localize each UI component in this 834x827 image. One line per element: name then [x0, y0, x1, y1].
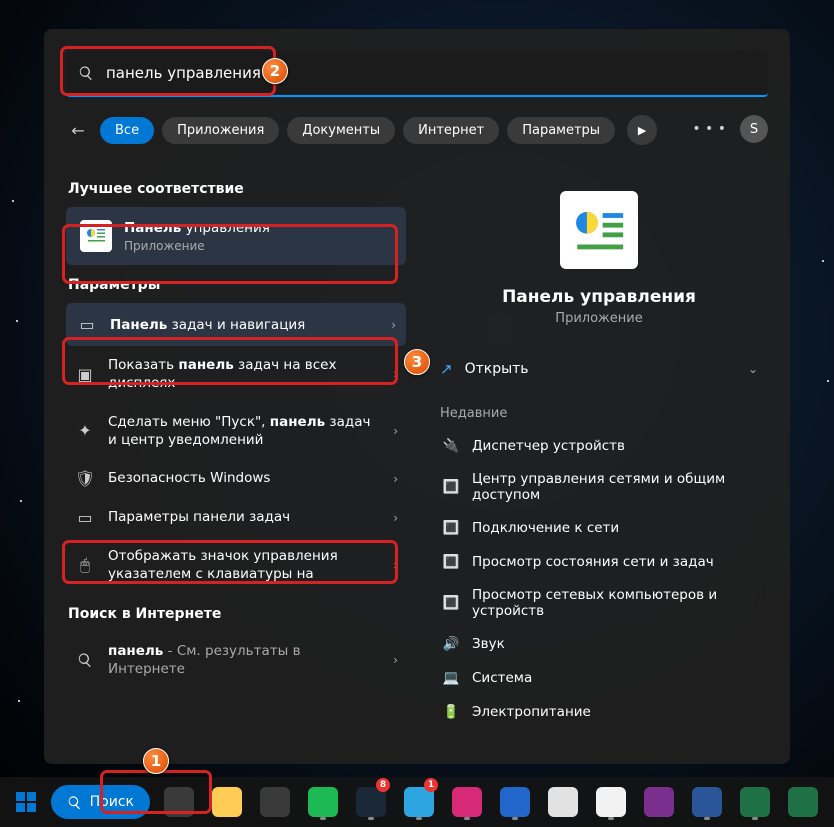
recent-item[interactable]: 🔋 Электропитание	[436, 695, 762, 729]
tab-all[interactable]: Все	[100, 117, 154, 144]
displays-icon: ▣	[74, 365, 96, 384]
taskbar: Поиск 8 1	[0, 777, 834, 827]
taskbar-app-excel2[interactable]	[782, 781, 824, 823]
control-panel-large-icon	[560, 191, 638, 269]
tab-docs[interactable]: Документы	[287, 117, 395, 144]
more-tabs-button[interactable]: ▶	[627, 115, 657, 145]
user-avatar[interactable]: S	[740, 115, 768, 143]
settings-result-1[interactable]: ▣ Показать панель задач на всех дисплеях…	[66, 346, 406, 402]
recent-item-icon: 💻	[442, 669, 460, 687]
chevron-right-icon: ›	[393, 472, 398, 486]
settings-result-0[interactable]: ▭ Панель задач и навигация ›	[66, 303, 406, 346]
tab-apps[interactable]: Приложения	[162, 117, 279, 144]
best-match-title-bold: Панель	[124, 220, 181, 236]
best-match-subtitle: Приложение	[124, 239, 392, 253]
tab-settings[interactable]: Параметры	[507, 117, 615, 144]
taskbar-app-mail[interactable]	[542, 781, 584, 823]
open-icon: ↗	[440, 360, 453, 378]
recent-item-icon: 🔌	[442, 437, 460, 455]
chevron-right-icon: ›	[393, 424, 398, 438]
preview-title: Панель управления	[430, 287, 768, 307]
recent-item-label: Диспетчер устройств	[472, 438, 625, 454]
recent-item-label: Просмотр состояния сети и задач	[472, 554, 714, 570]
taskbar-app-explorer[interactable]	[206, 781, 248, 823]
recent-item[interactable]: 🔳 Просмотр состояния сети и задач	[436, 545, 762, 579]
web-heading: Поиск в Интернете	[68, 606, 406, 622]
recent-item[interactable]: 💻 Система	[436, 661, 762, 695]
taskbar-icon: ▭	[76, 315, 98, 334]
sparkle-icon: ✦	[74, 421, 96, 440]
taskbar-app-chrome[interactable]	[590, 781, 632, 823]
recent-item-label: Электропитание	[472, 704, 591, 720]
open-label: Открыть	[465, 361, 529, 377]
best-match-heading: Лучшее соответствие	[68, 181, 406, 197]
taskbar-search[interactable]: Поиск	[51, 785, 150, 819]
taskbar-app-blue-app[interactable]	[494, 781, 536, 823]
recent-item[interactable]: 🔌 Диспетчер устройств	[436, 429, 762, 463]
taskbar-search-label: Поиск	[90, 794, 134, 810]
open-button[interactable]: ↗ Открыть	[440, 360, 529, 378]
taskbar-app-excel[interactable]	[734, 781, 776, 823]
taskbar-app-onenote[interactable]	[638, 781, 680, 823]
taskbar-app-task-view[interactable]	[158, 781, 200, 823]
expand-button[interactable]: ⌄	[748, 362, 758, 376]
settings-result-4[interactable]: ▭ Параметры панели задач ›	[66, 498, 406, 537]
shield-icon: 🛡	[74, 469, 96, 488]
back-button[interactable]: ←	[64, 121, 92, 140]
taskbar-app-telegram[interactable]: 1	[398, 781, 440, 823]
recent-item-icon: 🔳	[442, 478, 460, 496]
preview-subtitle: Приложение	[430, 311, 768, 326]
taskbar-app-spotify[interactable]	[302, 781, 344, 823]
mouse-icon: 🖱	[74, 555, 96, 575]
chevron-right-icon: ›	[391, 318, 396, 332]
best-match-result[interactable]: Панель управления Приложение	[66, 207, 406, 265]
chevron-right-icon: ›	[393, 511, 398, 525]
recent-item-icon: 🔳	[442, 519, 460, 537]
filter-tabs: ← Все Приложения Документы Интернет Пара…	[64, 115, 657, 145]
recent-item-icon: 🔊	[442, 635, 460, 653]
recent-item-icon: 🔳	[442, 553, 460, 571]
recent-item-label: Система	[472, 670, 532, 686]
recent-item-label: Просмотр сетевых компьютеров и устройств	[472, 587, 756, 619]
search-icon	[78, 65, 94, 85]
recent-item-icon: 🔋	[442, 703, 460, 721]
settings-result-3[interactable]: 🛡 Безопасность Windows ›	[66, 459, 406, 498]
recent-heading: Недавние	[430, 392, 768, 429]
recent-item-label: Звук	[472, 636, 505, 652]
recent-item[interactable]: 🔳 Центр управления сетями и общим доступо…	[436, 463, 762, 511]
settings-result-5[interactable]: 🖱 Отображать значок управления указателе…	[66, 537, 406, 593]
recent-item[interactable]: 🔳 Просмотр сетевых компьютеров и устройст…	[436, 579, 762, 627]
control-panel-icon	[80, 220, 112, 252]
more-options[interactable]: • • •	[692, 121, 726, 137]
notification-badge: 1	[424, 778, 438, 792]
start-button[interactable]	[10, 781, 43, 823]
taskbar-icon: ▭	[74, 508, 96, 527]
settings-result-2[interactable]: ✦ Сделать меню "Пуск", панель задач и це…	[66, 403, 406, 459]
search-input-container	[66, 51, 768, 97]
search-input[interactable]	[66, 51, 768, 97]
recent-item[interactable]: 🔊 Звук	[436, 627, 762, 661]
preview-pane: Панель управления Приложение	[430, 169, 768, 326]
recent-item-label: Подключение к сети	[472, 520, 619, 536]
search-panel: ← Все Приложения Документы Интернет Пара…	[44, 29, 790, 764]
chevron-right-icon: ›	[393, 558, 398, 572]
settings-heading: Параметры	[68, 277, 406, 293]
taskbar-app-instagram[interactable]	[446, 781, 488, 823]
chevron-right-icon: ›	[393, 367, 398, 381]
web-result[interactable]: панель - См. результаты в Интернете ›	[66, 632, 406, 688]
taskbar-app-calculator[interactable]	[254, 781, 296, 823]
recent-item-label: Центр управления сетями и общим доступом	[472, 471, 756, 503]
search-icon	[74, 652, 96, 668]
tab-web[interactable]: Интернет	[403, 117, 499, 144]
recent-item-icon: 🔳	[442, 594, 460, 612]
best-match-title-rest: управления	[181, 220, 270, 236]
taskbar-app-steam[interactable]: 8	[350, 781, 392, 823]
notification-badge: 8	[376, 778, 390, 792]
taskbar-app-word[interactable]	[686, 781, 728, 823]
chevron-right-icon: ›	[393, 653, 398, 667]
recent-item[interactable]: 🔳 Подключение к сети	[436, 511, 762, 545]
